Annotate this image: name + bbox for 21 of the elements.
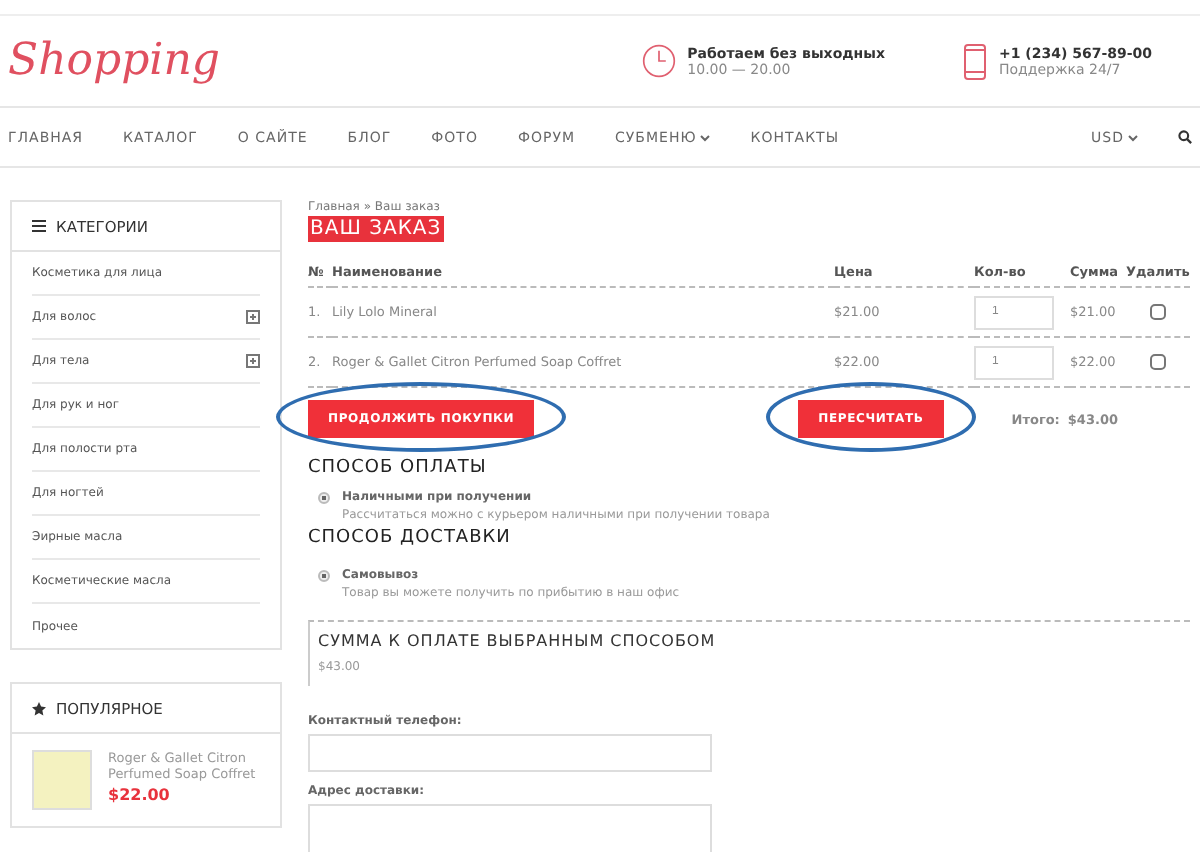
delete-checkbox[interactable]: [1150, 304, 1166, 320]
section-heading: СПОСОБ ОПЛАТЫ: [308, 458, 489, 478]
clock-icon: [641, 44, 676, 78]
product-price: $22.00: [108, 786, 172, 804]
radio-button[interactable]: [318, 492, 330, 504]
address-field[interactable]: [308, 804, 712, 852]
summary-title: СУММА К ОПЛАТЕ ВЫБРАННЫМ СПОСОБОМ: [318, 632, 718, 650]
radio-button[interactable]: [318, 570, 330, 582]
delete-checkbox[interactable]: [1150, 354, 1166, 370]
search-icon[interactable]: [1178, 130, 1192, 144]
logo[interactable]: Shopping: [8, 36, 642, 86]
chevron-icon: [1128, 133, 1138, 141]
phone-field[interactable]: [308, 734, 712, 772]
page-title: ВАШ ЗАКАЗ: [308, 216, 444, 242]
star-icon: [32, 701, 46, 715]
phone-icon: [964, 43, 987, 79]
menu-icon: [32, 220, 46, 232]
expand-icon[interactable]: [246, 354, 260, 368]
section-heading: СПОСОБ ДОСТАВКИ: [308, 528, 513, 548]
chevron-icon: [700, 133, 711, 141]
expand-icon[interactable]: [246, 310, 260, 324]
